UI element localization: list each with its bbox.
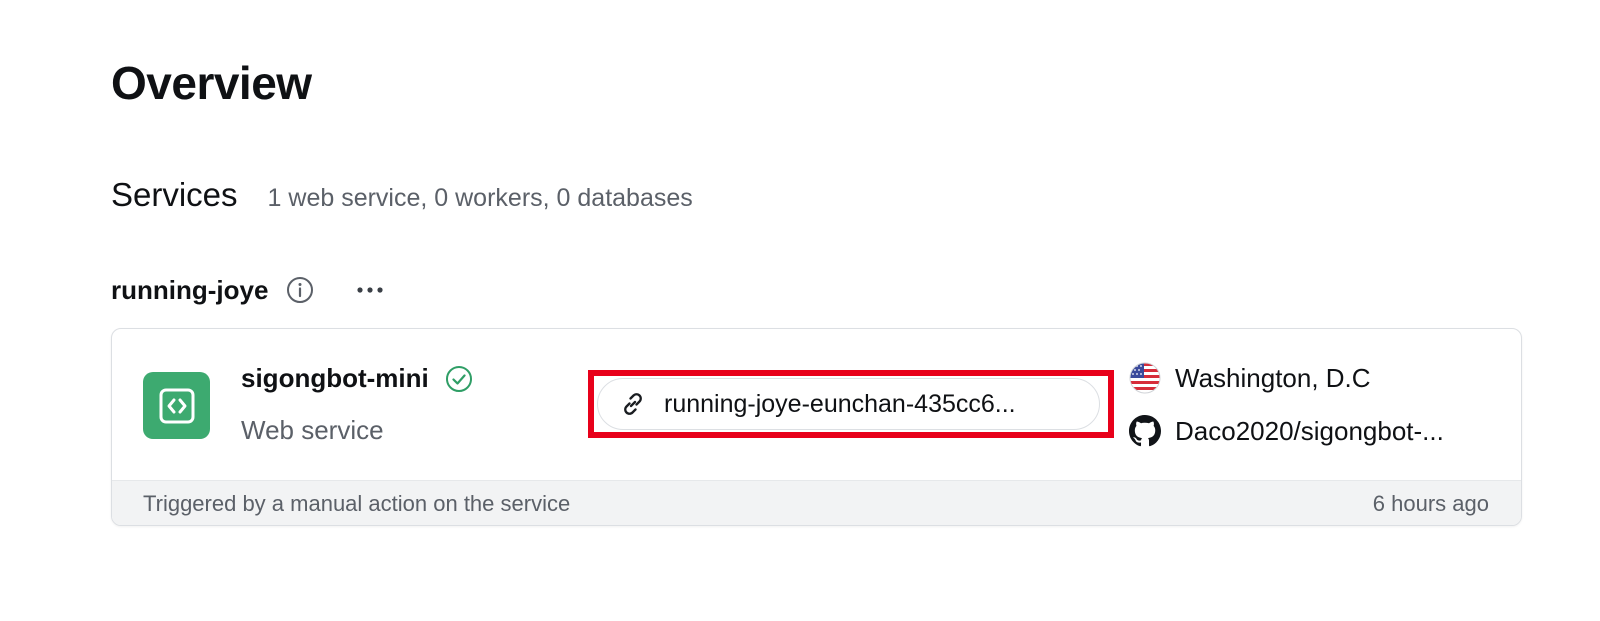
service-region: Washington, D.C: [1128, 361, 1371, 395]
service-group-header: running-joye: [111, 270, 385, 310]
service-repo[interactable]: Daco2020/sigongbot-...: [1128, 414, 1444, 448]
deploy-time-text: 6 hours ago: [1372, 490, 1489, 516]
service-name-row: sigongbot-mini: [241, 363, 473, 394]
services-title: Services: [111, 176, 238, 213]
service-card-footer: Triggered by a manual action on the serv…: [112, 480, 1521, 525]
service-name-link[interactable]: sigongbot-mini: [241, 363, 429, 394]
services-summary: 1 web service, 0 workers, 0 databases: [267, 184, 693, 212]
deploy-trigger-text: Triggered by a manual action on the serv…: [143, 490, 571, 516]
page-title: Overview: [111, 57, 312, 109]
repo-label: Daco2020/sigongbot-...: [1175, 415, 1444, 446]
web-service-icon: [143, 372, 210, 439]
region-label: Washington, D.C: [1175, 362, 1371, 393]
check-circle-icon: [445, 365, 473, 393]
more-options-icon[interactable]: [355, 275, 385, 305]
highlight-annotation: [588, 370, 1114, 438]
service-card-body: sigongbot-mini Web service running-joye-…: [112, 329, 1521, 480]
overview-page: Overview Services 1 web service, 0 worke…: [0, 0, 1600, 621]
services-header: Services 1 web service, 0 workers, 0 dat…: [111, 176, 693, 214]
service-type: Web service: [241, 415, 384, 445]
github-icon: [1128, 414, 1162, 448]
service-card[interactable]: sigongbot-mini Web service running-joye-…: [111, 328, 1522, 526]
group-name: running-joye: [111, 274, 269, 305]
info-icon[interactable]: [285, 275, 315, 305]
us-flag-icon: [1128, 361, 1162, 395]
